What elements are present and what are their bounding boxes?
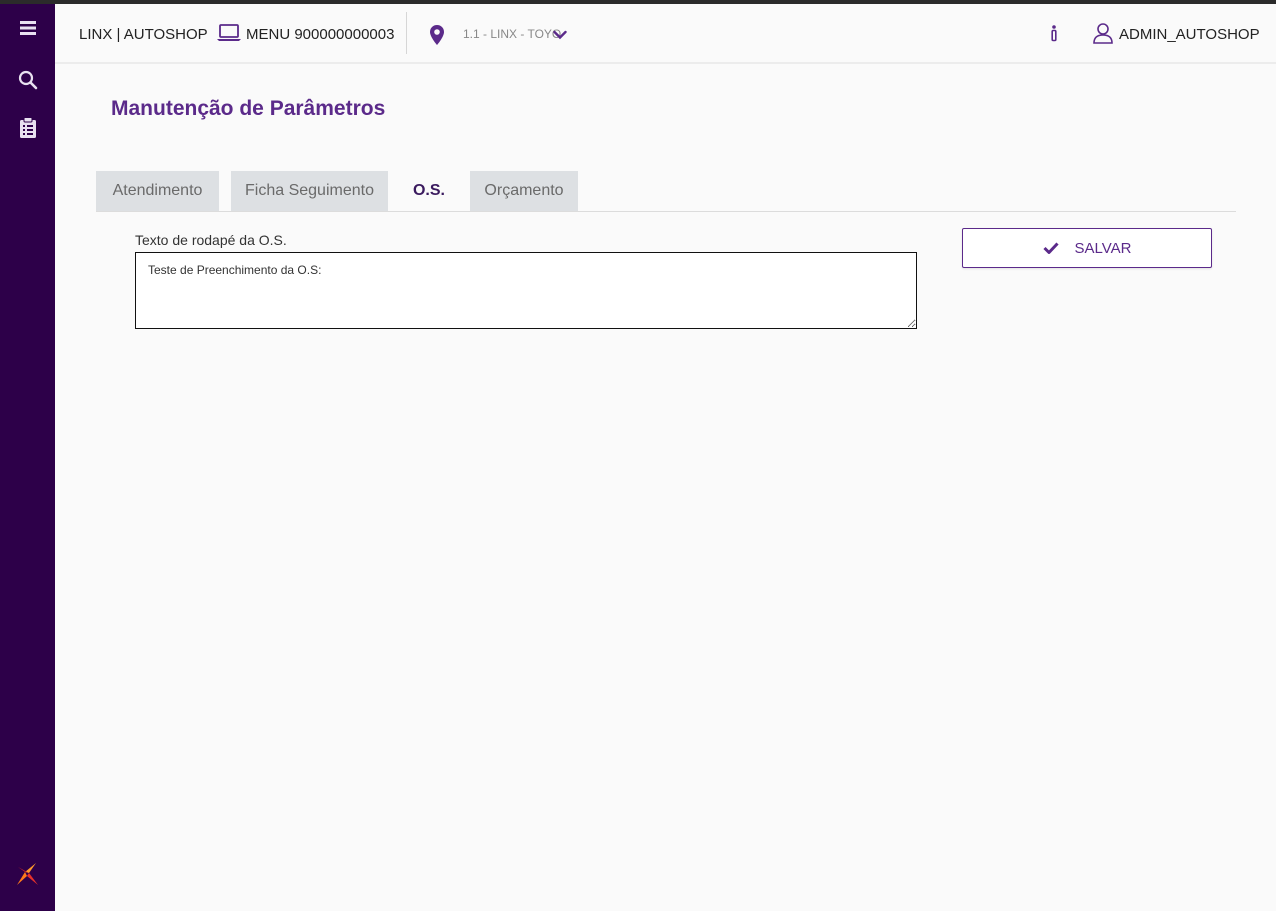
clipboard-icon[interactable] xyxy=(16,116,40,140)
footer-text-field[interactable]: Teste de Preenchimento da O.S: xyxy=(135,252,917,329)
menu-icon[interactable] xyxy=(16,16,40,40)
tab-orcamento[interactable]: Orçamento xyxy=(470,171,578,211)
location-selector[interactable]: 1.1 - LINX - TOYO xyxy=(463,27,561,41)
tab-ficha-seguimento[interactable]: Ficha Seguimento xyxy=(231,171,388,211)
linx-logo xyxy=(14,861,40,887)
location-pin-icon xyxy=(429,24,445,51)
page-title: Manutenção de Parâmetros xyxy=(111,97,386,120)
tab-atendimento[interactable]: Atendimento xyxy=(96,171,219,211)
search-icon[interactable] xyxy=(16,68,40,92)
tab-os[interactable]: O.S. xyxy=(400,171,458,211)
check-icon xyxy=(1042,242,1059,254)
sidebar xyxy=(0,4,55,911)
user-name[interactable]: ADMIN_AUTOSHOP xyxy=(1119,26,1260,43)
save-button-label: SALVAR xyxy=(1074,239,1132,257)
tab-underline xyxy=(96,211,1236,212)
user-icon[interactable] xyxy=(1092,22,1114,49)
menu-label[interactable]: MENU 900000000003 xyxy=(246,26,394,43)
save-button[interactable]: SALVAR xyxy=(962,228,1212,268)
laptop-icon xyxy=(216,23,242,48)
footer-text-label: Texto de rodapé da O.S. xyxy=(135,232,287,248)
brand-label: LINX | AUTOSHOP xyxy=(79,26,208,43)
top-header: LINX | AUTOSHOP MENU 900000000003 1.1 - … xyxy=(55,4,1276,64)
chevron-down-icon[interactable] xyxy=(553,27,567,45)
info-icon[interactable] xyxy=(1050,24,1058,47)
header-divider xyxy=(406,12,407,54)
